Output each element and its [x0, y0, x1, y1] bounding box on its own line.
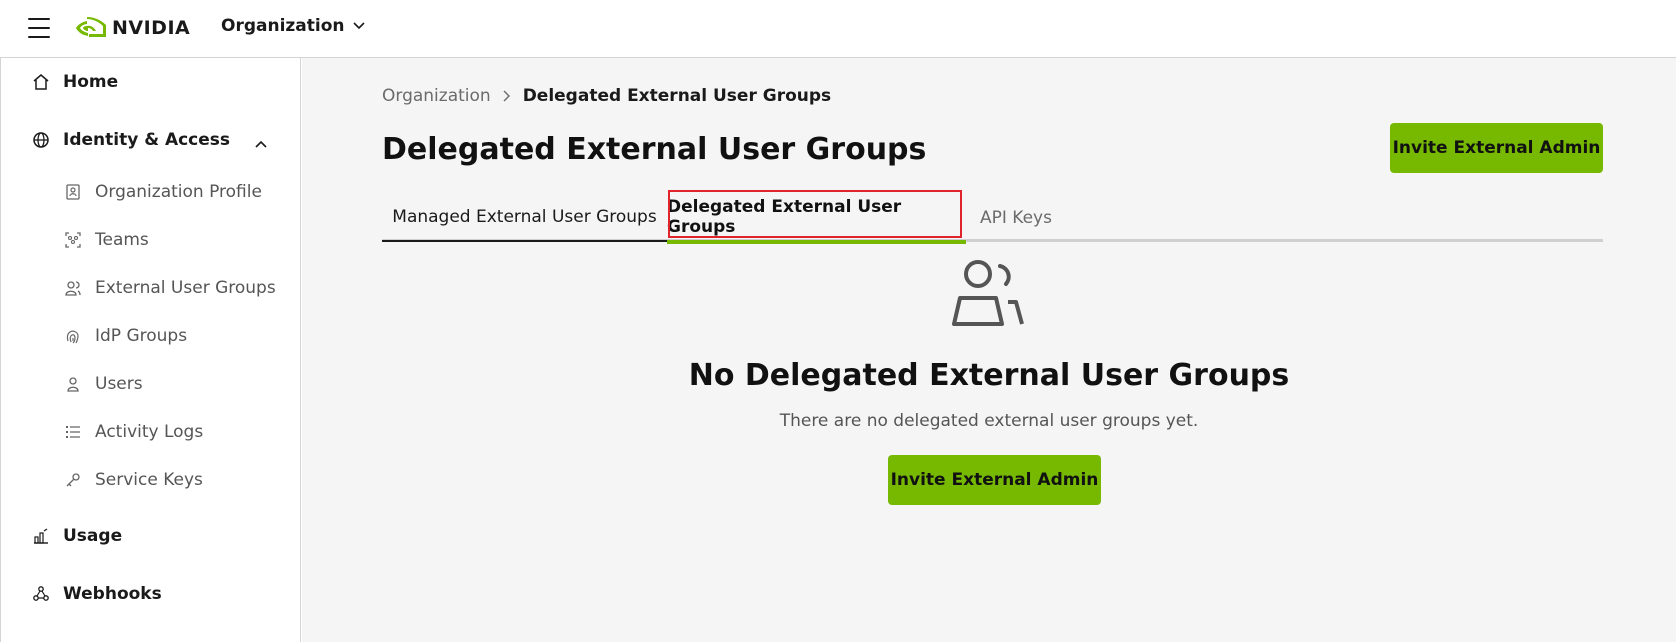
empty-state-title: No Delegated External User Groups	[688, 358, 1290, 393]
organization-switcher[interactable]: Organization	[221, 16, 365, 36]
sidebar-item-label: Home	[63, 72, 119, 92]
breadcrumb-link-organization[interactable]: Organization	[382, 86, 491, 106]
team-icon	[63, 230, 83, 250]
breadcrumb-current: Delegated External User Groups	[522, 86, 832, 106]
tab-delegated-external-user-groups[interactable]: Delegated External User Groups	[667, 194, 966, 244]
sidebar-item-label: Service Keys	[95, 470, 203, 490]
list-icon	[63, 422, 83, 442]
invite-external-admin-button[interactable]: Invite External Admin	[888, 455, 1101, 505]
key-icon	[63, 470, 83, 490]
empty-state-description: There are no delegated external user gro…	[779, 411, 1199, 431]
sidebar-item-teams[interactable]: Teams	[63, 230, 149, 250]
hamburger-line	[28, 36, 50, 38]
id-card-icon	[63, 182, 83, 202]
invite-external-admin-button[interactable]: Invite External Admin	[1390, 123, 1603, 173]
sidebar-item-label: External User Groups	[95, 278, 276, 298]
sidebar-item-identity-access[interactable]: Identity & Access	[31, 130, 230, 150]
sidebar-item-home[interactable]: Home	[31, 72, 118, 92]
chevron-right-icon	[503, 90, 510, 102]
tab-bar: Managed External User Groups Delegated E…	[382, 190, 1603, 244]
chart-icon	[31, 526, 51, 546]
users-icon	[63, 278, 83, 298]
brand-name: NVIDIA	[112, 17, 191, 39]
hamburger-line	[28, 27, 50, 29]
tab-api-keys[interactable]: API Keys	[966, 194, 1066, 242]
sidebar-item-webhooks[interactable]: Webhooks	[31, 584, 162, 604]
fingerprint-icon	[63, 326, 83, 346]
sidebar-item-activity-logs[interactable]: Activity Logs	[63, 422, 203, 442]
chevron-up-icon[interactable]	[251, 134, 271, 154]
sidebar-item-label: Identity & Access	[63, 130, 231, 150]
home-icon	[31, 72, 51, 92]
sidebar: Home Identity & Access Organization Prof…	[0, 58, 301, 642]
main-content: Organization Delegated External User Gro…	[302, 58, 1676, 642]
hamburger-menu-icon[interactable]	[26, 16, 52, 40]
sidebar-item-organization-profile[interactable]: Organization Profile	[63, 182, 262, 202]
hamburger-line	[28, 18, 50, 20]
sidebar-item-external-user-groups[interactable]: External User Groups	[63, 278, 276, 298]
users-icon	[952, 260, 1024, 326]
breadcrumb: Organization Delegated External User Gro…	[382, 86, 831, 106]
sidebar-item-service-keys[interactable]: Service Keys	[63, 470, 203, 490]
sidebar-item-label: Organization Profile	[95, 182, 262, 202]
webhook-icon	[31, 584, 51, 604]
sidebar-item-idp-groups[interactable]: IdP Groups	[63, 326, 187, 346]
sidebar-item-users[interactable]: Users	[63, 374, 143, 394]
nvidia-eye-icon	[76, 17, 106, 37]
nvidia-logo[interactable]: NVIDIA	[76, 15, 190, 41]
sidebar-item-label: Activity Logs	[95, 422, 204, 442]
sidebar-item-label: Teams	[95, 230, 149, 250]
sidebar-item-label: Usage	[63, 526, 123, 546]
globe-icon	[31, 130, 51, 150]
user-icon	[63, 374, 83, 394]
sidebar-item-usage[interactable]: Usage	[31, 526, 122, 546]
chevron-down-icon	[352, 22, 365, 30]
page-title: Delegated External User Groups	[382, 132, 927, 167]
top-bar: NVIDIA Organization	[0, 0, 1676, 58]
sidebar-item-label: Users	[95, 374, 143, 394]
tab-managed-external-user-groups[interactable]: Managed External User Groups	[382, 194, 667, 242]
sidebar-item-label: IdP Groups	[95, 326, 188, 346]
sidebar-item-label: Webhooks	[63, 584, 162, 604]
organization-switcher-label: Organization	[221, 16, 345, 36]
